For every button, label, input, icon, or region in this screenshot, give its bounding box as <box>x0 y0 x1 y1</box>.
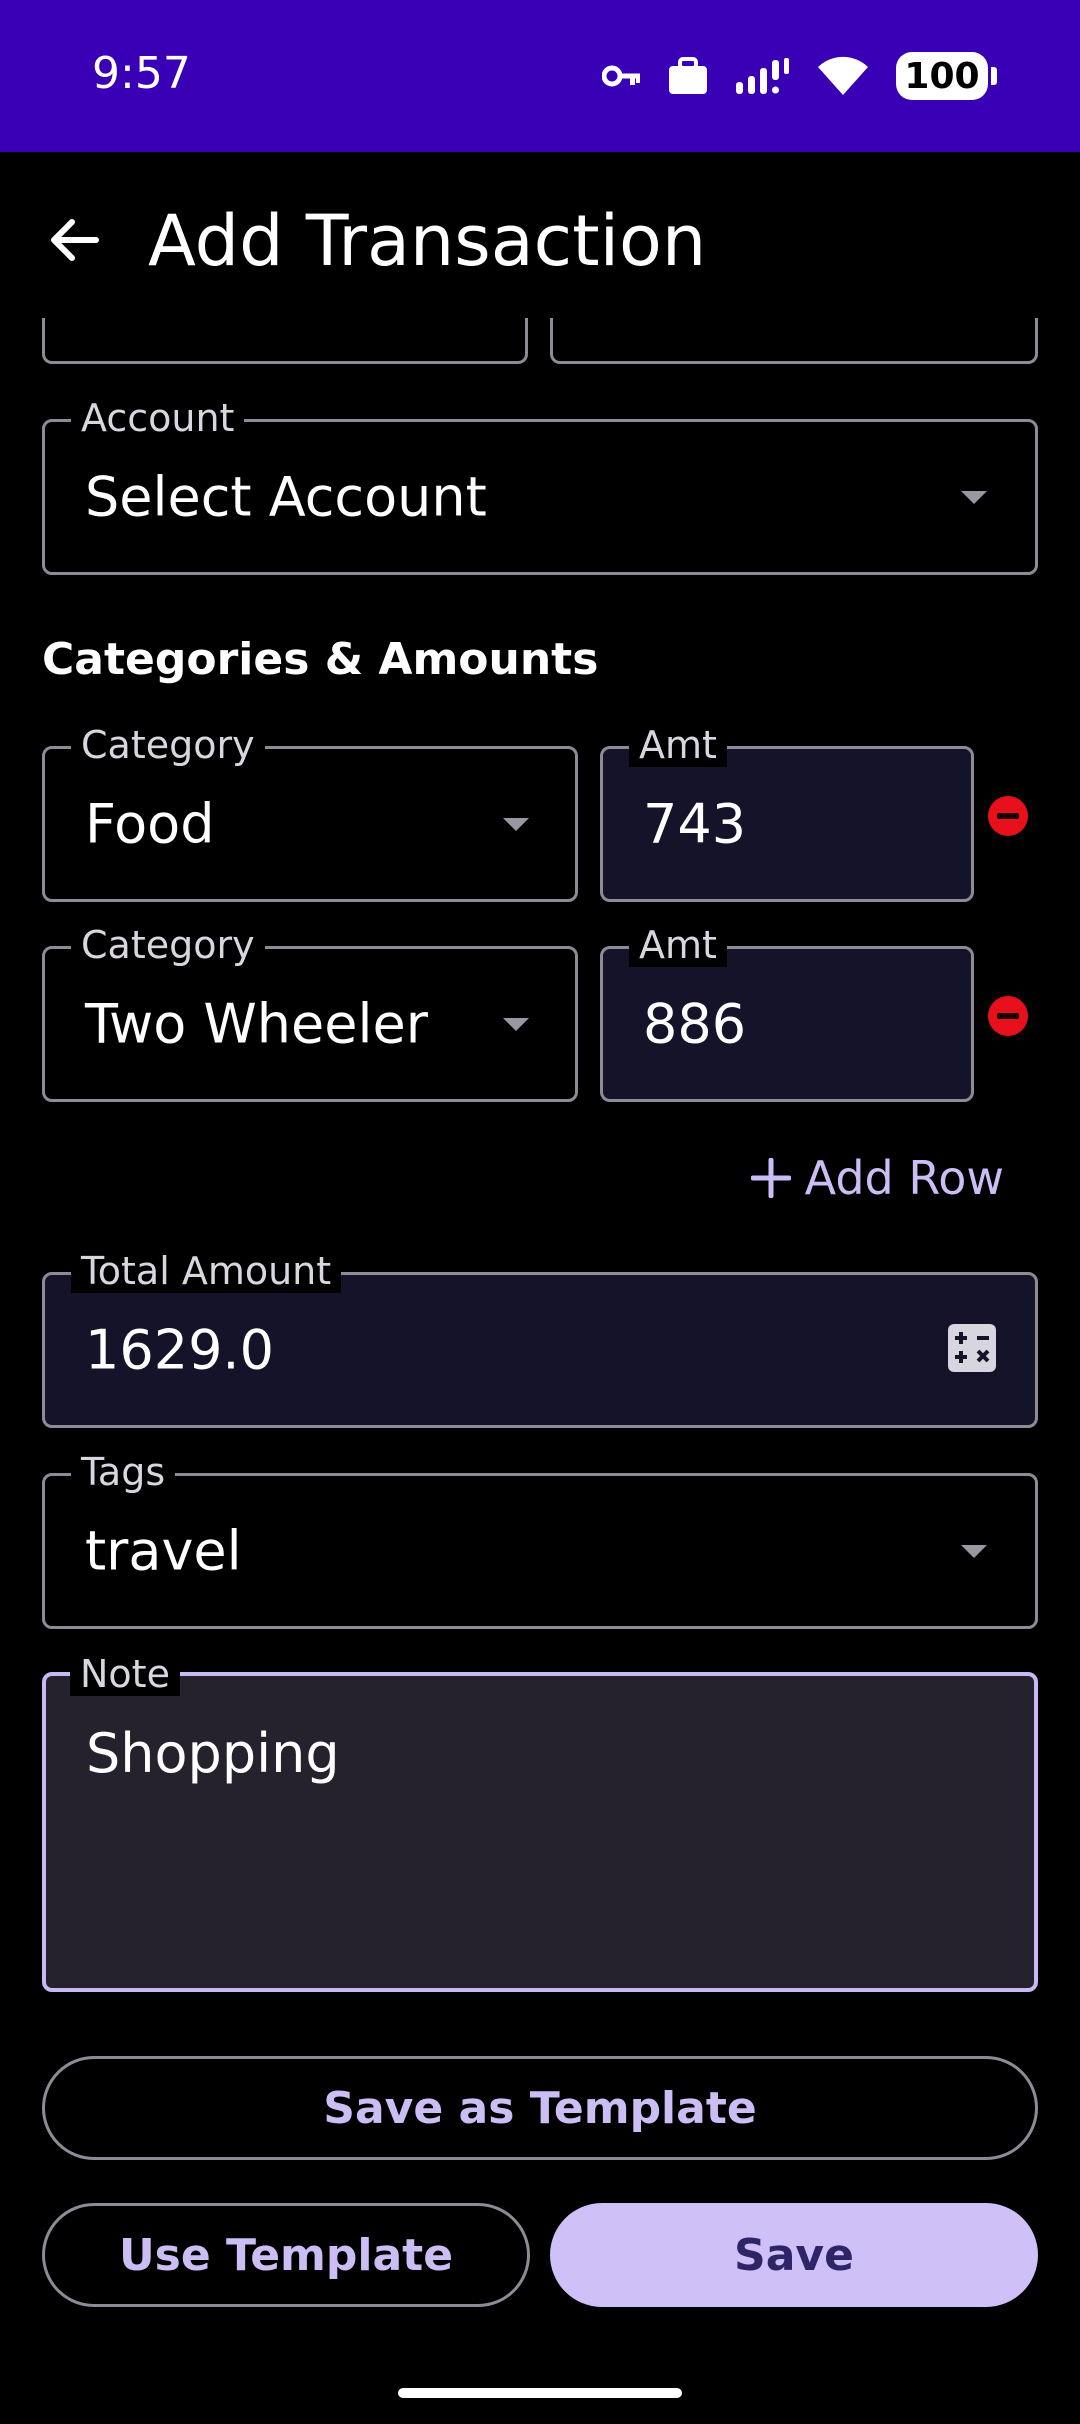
amount-value: 743 <box>643 792 747 856</box>
section-title: Categories & Amounts <box>42 634 599 685</box>
total-amount-label: Total Amount <box>71 1249 342 1293</box>
use-template-button[interactable]: Use Template <box>42 2203 530 2307</box>
save-as-template-button[interactable]: Save as Template <box>42 2056 1038 2160</box>
category-dropdown[interactable]: Category Two Wheeler <box>42 923 578 1102</box>
amount-input[interactable]: Amt 743 <box>600 723 974 902</box>
status-bar: 9:57 100 <box>0 0 1080 152</box>
tags-label: Tags <box>71 1450 176 1494</box>
dropdown-arrow-icon <box>503 1018 529 1031</box>
account-value: Select Account <box>85 465 487 529</box>
status-time: 9:57 <box>92 48 191 99</box>
battery-icon: 100 <box>896 52 997 100</box>
wifi-icon <box>816 55 870 97</box>
note-label: Note <box>70 1652 180 1696</box>
account-dropdown[interactable]: Account Select Account <box>42 396 1038 575</box>
add-row-button[interactable]: Add Row <box>750 1148 1004 1208</box>
briefcase-icon <box>668 57 708 95</box>
signal-icon <box>734 56 790 96</box>
amount-input[interactable]: Amt 886 <box>600 923 974 1102</box>
account-label: Account <box>71 396 245 440</box>
category-label: Category <box>71 923 265 967</box>
status-icons: 100 <box>602 46 997 106</box>
amount-value: 886 <box>643 992 747 1056</box>
total-amount-value: 1629.0 <box>85 1318 274 1382</box>
calculator-icon[interactable] <box>947 1323 997 1377</box>
remove-row-icon[interactable] <box>988 796 1028 836</box>
dropdown-arrow-icon <box>961 491 987 504</box>
dropdown-arrow-icon <box>503 818 529 831</box>
page-title: Add Transaction <box>148 200 707 282</box>
dropdown-arrow-icon <box>961 1545 987 1558</box>
category-dropdown[interactable]: Category Food <box>42 723 578 902</box>
add-row-label: Add Row <box>804 1151 1004 1205</box>
save-button[interactable]: Save <box>550 2203 1038 2307</box>
back-button[interactable] <box>38 204 110 276</box>
key-icon <box>602 64 642 88</box>
amount-label: Amt <box>629 923 727 967</box>
arrow-back-icon <box>51 219 99 261</box>
plus-icon <box>750 1158 791 1198</box>
note-textarea[interactable]: Note Shopping <box>42 1652 1038 1992</box>
category-value: Food <box>85 792 215 856</box>
app-bar-overlay: Add Transaction <box>0 152 1080 322</box>
total-amount-input[interactable]: Total Amount 1629.0 <box>42 1249 1038 1428</box>
category-value: Two Wheeler <box>85 992 428 1056</box>
amount-label: Amt <box>629 723 727 767</box>
note-value: Shopping <box>86 1722 340 1785</box>
tags-dropdown[interactable]: Tags travel <box>42 1450 1038 1629</box>
home-indicator[interactable] <box>398 2388 682 2398</box>
tags-value: travel <box>85 1519 242 1583</box>
category-label: Category <box>71 723 265 767</box>
remove-row-icon[interactable] <box>988 996 1028 1036</box>
